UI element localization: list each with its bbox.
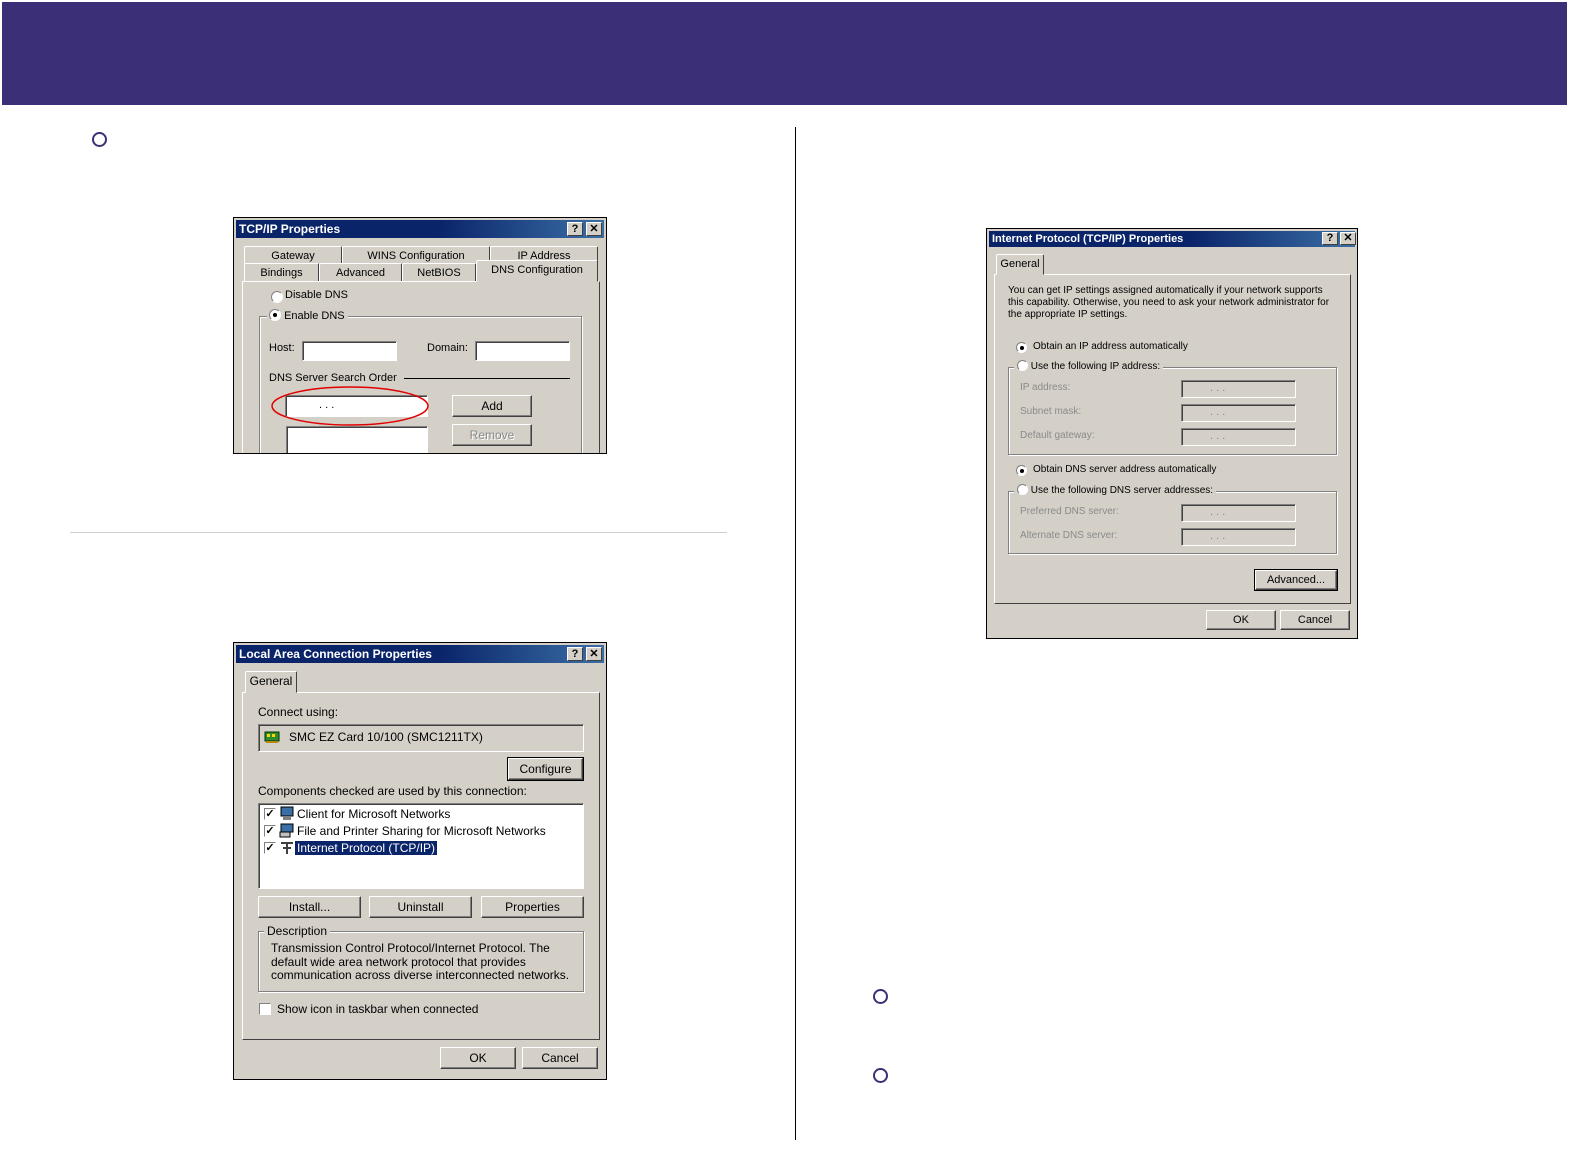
host-label: Host: [269,342,295,354]
use-dns-label: Use the following DNS server addresses: [1030,485,1214,496]
static-dns-legend: Use the following DNS server addresses: [1014,484,1217,496]
ok-button[interactable]: OK [440,1047,516,1069]
tab-general[interactable]: General [996,254,1044,275]
ip-separators: . . . [1210,382,1226,394]
highlight-ellipse [271,386,429,426]
add-button[interactable]: Add [452,395,532,417]
components-label: Components checked are used by this conn… [258,784,527,798]
description-legend: Description [264,924,331,938]
install-button[interactable]: Install... [258,896,361,918]
dialog-title: Local Area Connection Properties [239,647,432,661]
computer-icon [280,806,294,820]
list-item[interactable]: Internet Protocol (TCP/IP) [295,841,438,855]
printer-sharing-icon [279,823,294,838]
component-checkbox[interactable]: ✓ [264,842,276,854]
adapter-field: SMC EZ Card 10/100 (SMC1211TX) [258,724,584,752]
list-item[interactable]: File and Printer Sharing for Microsoft N… [297,824,546,838]
use-dns-radio[interactable] [1017,484,1028,495]
help-button[interactable]: ? [567,222,583,236]
header-banner [2,2,1567,105]
close-button[interactable]: ✕ [1340,232,1356,245]
bullet-circle [873,989,888,1004]
ip-separators: . . . [1210,506,1226,518]
disable-dns-radio[interactable] [271,291,283,303]
subnet-mask-input[interactable]: . . . [1181,404,1296,422]
alternate-dns-input[interactable]: . . . [1181,528,1296,546]
list-item[interactable]: Client for Microsoft Networks [297,807,450,821]
configure-button[interactable]: Configure [507,757,584,781]
static-ip-legend: Use the following IP address: [1014,360,1164,372]
ip-separators: . . . [1210,430,1226,442]
enable-dns-label: Enable DNS [284,310,345,322]
domain-label: Domain: [427,342,468,354]
component-checkbox[interactable]: ✓ [264,825,276,837]
dns-server-list[interactable] [286,426,428,453]
obtain-ip-label: Obtain an IP address automatically [1033,341,1188,352]
disable-dns-label: Disable DNS [285,289,348,301]
intro-text: You can get IP settings assigned automat… [1008,285,1330,320]
bullet-circle [873,1068,888,1083]
column-divider [795,127,796,1140]
alternate-dns-label: Alternate DNS server: [1020,530,1118,541]
cancel-button[interactable]: Cancel [522,1047,598,1069]
dialog-titlebar: Internet Protocol (TCP/IP) Properties [989,231,1355,247]
remove-button[interactable]: Remove [452,424,532,446]
advanced-button[interactable]: Advanced... [1254,569,1338,591]
show-icon-label: Show icon in taskbar when connected [277,1002,479,1016]
ip-separators: . . . [1210,406,1226,418]
properties-button[interactable]: Properties [481,896,584,918]
ip-address-input[interactable]: . . . [1181,380,1296,398]
enable-dns-radio[interactable] [269,309,281,321]
obtain-ip-radio[interactable] [1016,342,1027,353]
ip-address-label: IP address: [1020,382,1071,393]
host-input[interactable] [302,341,397,361]
components-list[interactable]: ✓ Client for Microsoft Networks ✓ File a… [258,803,584,889]
help-button[interactable]: ? [567,647,583,661]
obtain-dns-radio[interactable] [1016,465,1027,476]
tab-general[interactable]: General [245,671,297,693]
use-ip-radio[interactable] [1017,360,1028,371]
dialog-title: TCP/IP Properties [239,222,341,236]
subnet-mask-label: Subnet mask: [1020,406,1082,417]
default-gateway-input[interactable]: . . . [1181,428,1296,446]
show-icon-checkbox[interactable] [259,1003,271,1015]
tab-netbios[interactable]: NetBIOS [402,263,476,282]
obtain-dns-label: Obtain DNS server address automatically [1033,464,1217,475]
ip-separators: . . . [1210,530,1226,542]
tcpip-properties-dialog: TCP/IP Properties ? ✕ Gateway WINS Confi… [233,217,607,454]
bullet-circle [92,132,107,147]
uninstall-button[interactable]: Uninstall [369,896,472,918]
dialog-titlebar: Local Area Connection Properties [236,645,604,663]
dns-search-order-label: DNS Server Search Order [269,372,397,384]
adapter-name: SMC EZ Card 10/100 (SMC1211TX) [289,730,483,744]
tab-advanced[interactable]: Advanced [319,263,402,282]
tab-dns-configuration[interactable]: DNS Configuration [476,260,598,282]
network-protocol-icon [281,842,293,854]
network-card-icon [264,731,280,743]
preferred-dns-label: Preferred DNS server: [1020,506,1119,517]
help-button[interactable]: ? [1322,232,1338,245]
preferred-dns-input[interactable]: . . . [1181,504,1296,522]
enable-dns-legend: Enable DNS [267,309,348,322]
close-button[interactable]: ✕ [586,647,602,661]
use-ip-label: Use the following IP address: [1030,361,1161,372]
dialog-titlebar: TCP/IP Properties [236,220,604,238]
separator-line [404,378,570,379]
description-text: Transmission Control Protocol/Internet P… [271,941,570,982]
domain-input[interactable] [475,341,570,361]
local-area-connection-dialog: Local Area Connection Properties ? ✕ Gen… [233,642,607,1080]
component-checkbox[interactable]: ✓ [264,808,276,820]
cancel-button[interactable]: Cancel [1280,610,1350,630]
default-gateway-label: Default gateway: [1020,430,1095,441]
tab-bindings[interactable]: Bindings [244,263,319,282]
close-button[interactable]: ✕ [586,222,602,236]
section-rule [70,532,727,533]
ok-button[interactable]: OK [1206,610,1276,630]
connect-using-label: Connect using: [258,705,339,719]
dialog-title: Internet Protocol (TCP/IP) Properties [992,233,1184,245]
internet-protocol-properties-dialog: Internet Protocol (TCP/IP) Properties ? … [986,228,1358,639]
